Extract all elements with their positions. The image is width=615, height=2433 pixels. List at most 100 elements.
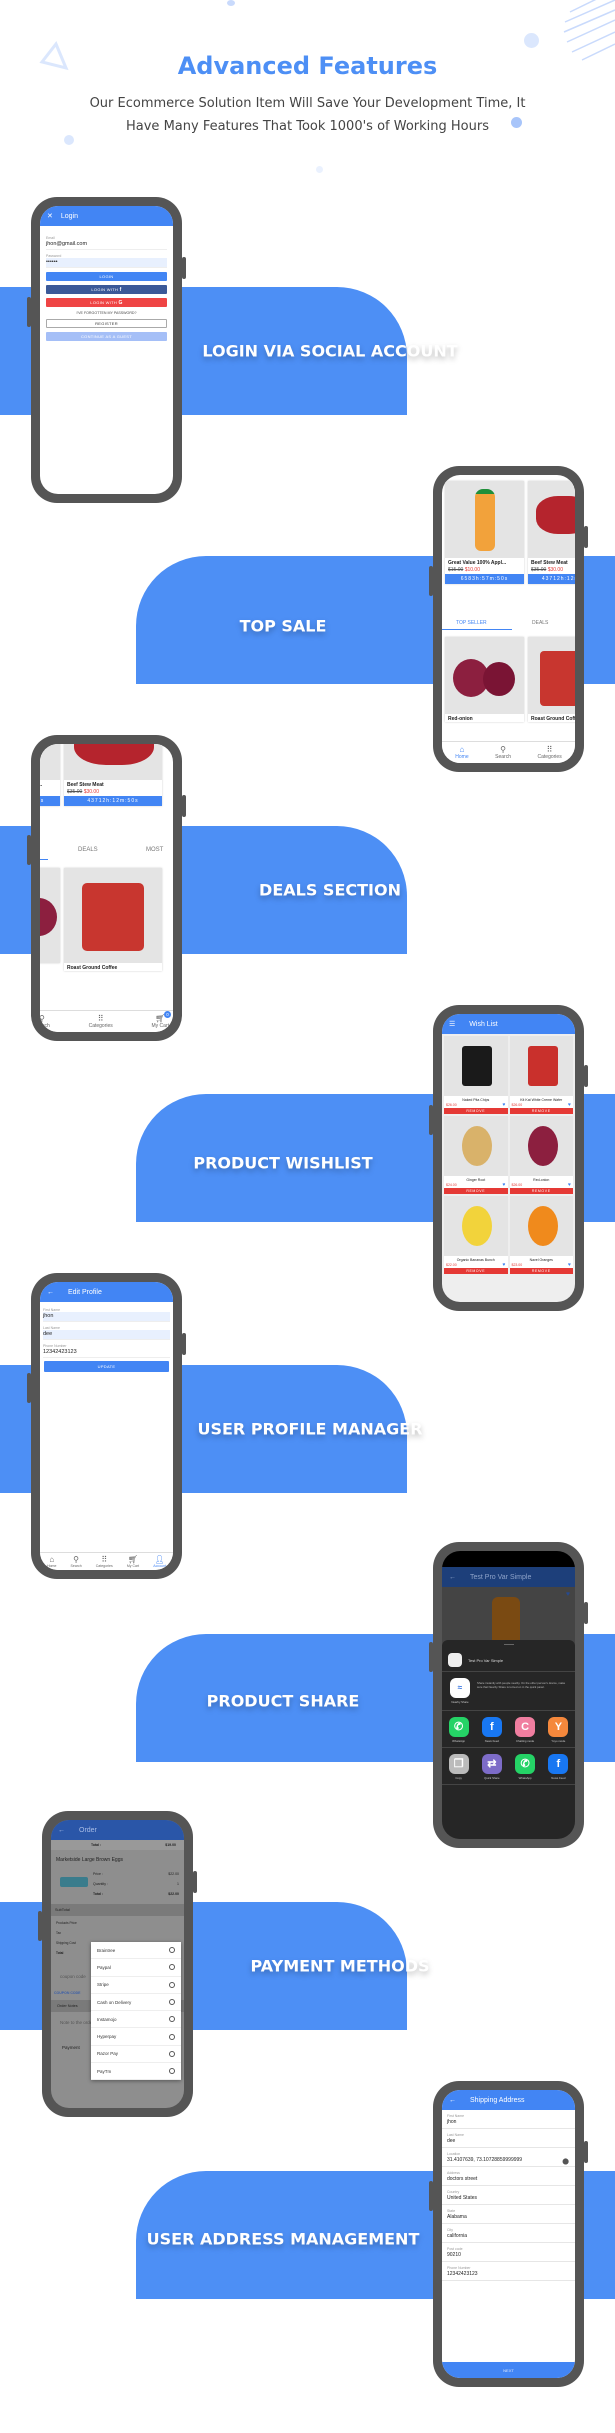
login-google-button[interactable]: LOGIN WITH G — [46, 298, 167, 307]
nearby-share[interactable]: ≈ Nearby Share Share instantly with peopl… — [442, 1672, 575, 1711]
radio-button[interactable] — [169, 2050, 175, 2057]
payment-option[interactable]: Hyperpay — [91, 2028, 181, 2046]
remove-button[interactable]: REMOVE — [509, 1108, 573, 1114]
remove-button[interactable]: REMOVE — [444, 1188, 508, 1194]
product-card[interactable] — [40, 868, 60, 963]
remove-button[interactable]: REMOVE — [444, 1108, 508, 1114]
login-facebook-button[interactable]: LOGIN WITH f — [46, 285, 167, 294]
nav-search[interactable]: ⚲Search — [495, 745, 511, 760]
payment-option[interactable]: Cash on Delivery — [91, 1994, 181, 2012]
field-value[interactable]: 90210 — [442, 2251, 575, 2262]
nav-cart[interactable]: 🛒︎ My Cart — [127, 1555, 139, 1568]
nav-home[interactable]: ⌂ Home — [455, 745, 468, 760]
share-app-yoyo[interactable]: Y Yoyo mode — [546, 1717, 570, 1743]
product-card[interactable]: Beef Stew Meat $35.00 $30.00 43712h:12m:… — [64, 744, 162, 806]
radio-button[interactable] — [169, 1964, 175, 1971]
address-field[interactable]: Phone Number 12342423123 — [442, 2266, 575, 2281]
share-app-whatsapp[interactable]: ✆ WhatsApp — [513, 1754, 537, 1780]
share-app-whatsapp[interactable]: ✆ WhatsApp — [447, 1717, 471, 1743]
field-value[interactable]: 12342423123 — [442, 2270, 575, 2281]
guest-button[interactable]: CONTINUE AS A GUEST — [46, 332, 167, 341]
nav-categories[interactable]: ⠿ Categories — [89, 1014, 113, 1029]
wishlist-item[interactable]: Navel Oranges $23.00 ♥ REMOVE — [509, 1196, 573, 1274]
password-field[interactable]: •••••• — [46, 258, 167, 268]
product-card[interactable]: Roast Ground Coffee — [528, 637, 575, 722]
radio-button[interactable] — [169, 1999, 175, 2006]
payment-option[interactable]: PayTm — [91, 2063, 181, 2081]
heart-icon[interactable]: ♥ — [566, 1591, 570, 1598]
nav-categories[interactable]: ⠿ Categories — [96, 1555, 113, 1568]
payment-option[interactable]: Razor Pay — [91, 2046, 181, 2064]
close-icon[interactable]: ✕ — [47, 212, 53, 220]
wishlist-item[interactable]: Organic Bananas Bunch $22.00 ♥ REMOVE — [444, 1196, 508, 1274]
back-arrow-icon[interactable]: ← — [47, 1289, 54, 1296]
last-name-field[interactable]: dee — [43, 1330, 170, 1340]
back-arrow-icon[interactable]: ← — [449, 2097, 456, 2104]
wishlist-item[interactable]: Ginger Root $24.00 ♥ REMOVE — [444, 1116, 508, 1194]
payment-option[interactable]: Braintree — [91, 1942, 181, 1960]
wishlist-item[interactable]: Naked Pita Chips $26.00 ♥ REMOVE — [444, 1036, 508, 1114]
first-name-field[interactable]: jhon — [43, 1312, 170, 1322]
address-field[interactable]: Country United States — [442, 2190, 575, 2205]
address-field[interactable]: State Alabama — [442, 2209, 575, 2224]
nav-home[interactable]: ⌂ Home — [47, 1555, 56, 1568]
radio-button[interactable] — [169, 1981, 175, 1988]
product-card[interactable]: Great Value 100% Appl... 6583h:57m:50s — [40, 744, 60, 806]
product-card[interactable]: Beef Stew Meat $35.00 $30.00 43712h:12m:… — [528, 481, 575, 584]
field-value[interactable]: United States — [442, 2194, 575, 2205]
heart-icon[interactable]: ♥ — [503, 1182, 506, 1188]
nav-account[interactable]: 👤︎ Account — [153, 1555, 166, 1568]
register-button[interactable]: REGISTER — [46, 319, 167, 328]
address-field[interactable]: Address doctors street — [442, 2171, 575, 2186]
nav-search[interactable]: ⚲Search — [40, 1014, 50, 1029]
radio-button[interactable] — [169, 2068, 175, 2075]
share-app-facebook[interactable]: f News Feed — [480, 1717, 504, 1743]
payment-option[interactable]: Paypal — [91, 1959, 181, 1977]
share-app-copy[interactable]: ❐ Copy — [447, 1754, 471, 1780]
menu-icon[interactable]: ☰ — [449, 1020, 455, 1028]
wishlist-item[interactable]: Red-onion $26.00 ♥ REMOVE — [509, 1116, 573, 1194]
address-field[interactable]: First Name jhon — [442, 2114, 575, 2129]
remove-button[interactable]: REMOVE — [509, 1268, 573, 1274]
heart-icon[interactable]: ♥ — [568, 1262, 571, 1268]
address-field[interactable]: City california — [442, 2228, 575, 2243]
field-value[interactable]: Alabama — [442, 2213, 575, 2224]
heart-icon[interactable]: ♥ — [503, 1102, 506, 1108]
nav-search[interactable]: ⚲Search — [71, 1555, 82, 1568]
product-card[interactable]: Red-onion — [445, 637, 524, 722]
share-app-facebook[interactable]: f News Feed — [546, 1754, 570, 1780]
nav-cart[interactable]: 🛒︎ My Cart 0 — [152, 1011, 171, 1029]
field-value[interactable]: california — [442, 2232, 575, 2243]
back-arrow-icon[interactable]: ← — [449, 1574, 456, 1581]
nav-categories[interactable]: ⠿ Categories — [538, 745, 562, 760]
tab-most[interactable]: MOST — [146, 847, 163, 853]
update-button[interactable]: UPDATE — [44, 1361, 169, 1372]
heart-icon[interactable]: ♥ — [503, 1262, 506, 1268]
phone-field[interactable]: 12342423123 — [43, 1348, 170, 1358]
product-card[interactable]: Great Value 100% Appl... $15.00 $10.00 6… — [445, 481, 524, 584]
tab-deals[interactable]: DEALS — [78, 847, 98, 853]
field-value[interactable]: dee — [442, 2137, 575, 2148]
field-value[interactable]: 31.4107639, 73.10728859999999 — [442, 2156, 575, 2167]
next-button[interactable]: NEXT — [442, 2362, 575, 2378]
login-button[interactable]: LOGIN — [46, 272, 167, 281]
product-card[interactable]: Roast Ground Coffee — [64, 868, 162, 971]
heart-icon[interactable]: ♥ — [568, 1102, 571, 1108]
forgot-password-link[interactable]: I'VE FORGOTTEN MY PASSWORD? — [40, 311, 173, 315]
remove-button[interactable]: REMOVE — [509, 1188, 573, 1194]
share-app-quick-share[interactable]: ⇄ Quick Share — [480, 1754, 504, 1780]
address-field[interactable]: Post code 90210 — [442, 2247, 575, 2262]
heart-icon[interactable]: ♥ — [568, 1182, 571, 1188]
payment-option[interactable]: Stripe — [91, 1977, 181, 1994]
email-field[interactable]: jhon@gmail.com — [46, 240, 167, 250]
address-field[interactable]: Last Name dee — [442, 2133, 575, 2148]
tab-deals[interactable]: DEALS — [532, 620, 548, 626]
share-app-chatting[interactable]: C Chatting mode — [513, 1717, 537, 1743]
wishlist-item[interactable]: Kit Kat White Creme Wafer $26.00 ♥ REMOVE — [509, 1036, 573, 1114]
radio-button[interactable] — [169, 1947, 175, 1954]
field-value[interactable]: doctors street — [442, 2175, 575, 2186]
address-field[interactable]: Location 31.4107639, 73.10728859999999 ⬤ — [442, 2152, 575, 2167]
location-pin-icon[interactable]: ⬤ — [562, 2158, 569, 2165]
payment-option[interactable]: Instamojo — [91, 2011, 181, 2029]
remove-button[interactable]: REMOVE — [444, 1268, 508, 1274]
